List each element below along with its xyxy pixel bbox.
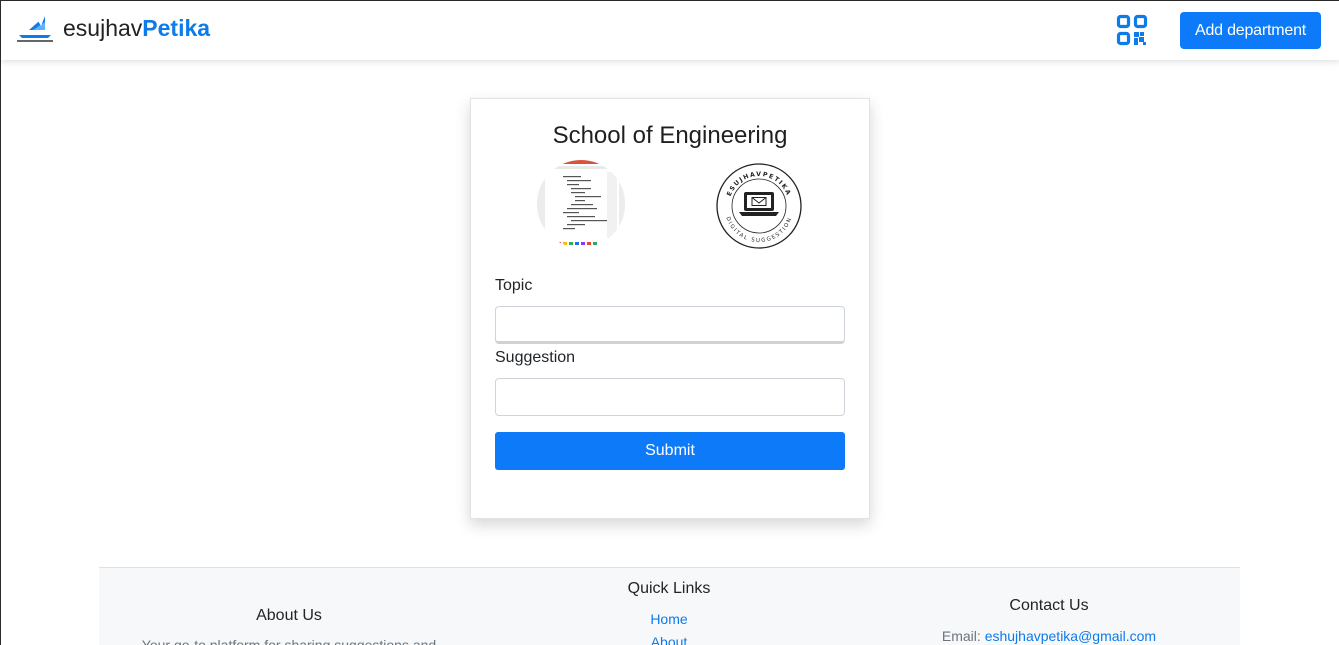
contact-heading: Contact Us	[1009, 597, 1089, 614]
suggestion-form-card: School of Engineering ESUJHAVPETIKA DIGI…	[470, 98, 870, 519]
footer-contact: Contact Us Email: eshujhavpetika@gmail.c…	[879, 597, 1219, 644]
footer-quick-links: Quick Links Home About	[499, 580, 839, 645]
submit-button[interactable]: Submit	[495, 432, 845, 470]
about-text: Your go-to platform for sharing suggesti…	[141, 637, 437, 645]
brand-name-accent: Petika	[142, 15, 211, 41]
brand-link[interactable]: esujhavPetika	[17, 13, 210, 43]
footer: About Us Your go-to platform for sharing…	[99, 567, 1240, 645]
quick-links-heading: Quick Links	[627, 580, 711, 597]
topic-label: Topic	[495, 277, 533, 294]
laptop-mail-icon	[739, 192, 779, 216]
esujhavpetika-seal-logo: ESUJHAVPETIKA DIGITAL SUGGESTION	[715, 162, 803, 250]
brand-name-prefix: esujhav	[63, 15, 143, 41]
navbar: esujhavPetika Add department	[1, 1, 1339, 60]
add-department-button[interactable]: Add department	[1180, 12, 1321, 49]
footer-link-about[interactable]: About	[499, 634, 839, 645]
contact-email-line: Email: eshujhavpetika@gmail.com	[879, 628, 1219, 644]
email-link[interactable]: eshujhavpetika@gmail.com	[985, 628, 1156, 644]
footer-link-home[interactable]: Home	[499, 611, 839, 627]
qr-code-icon[interactable]	[1116, 14, 1148, 46]
about-heading: About Us	[256, 607, 322, 624]
suggestion-label: Suggestion	[495, 349, 576, 366]
suggestion-input[interactable]	[495, 378, 845, 416]
department-image	[537, 160, 625, 248]
email-label: Email:	[941, 628, 985, 644]
paper-boat-logo-icon	[17, 16, 53, 42]
department-title: School of Engineering	[552, 122, 788, 149]
brand-name: esujhavPetika	[63, 13, 210, 43]
footer-about: About Us Your go-to platform for sharing…	[119, 607, 459, 645]
topic-input[interactable]	[495, 306, 845, 344]
